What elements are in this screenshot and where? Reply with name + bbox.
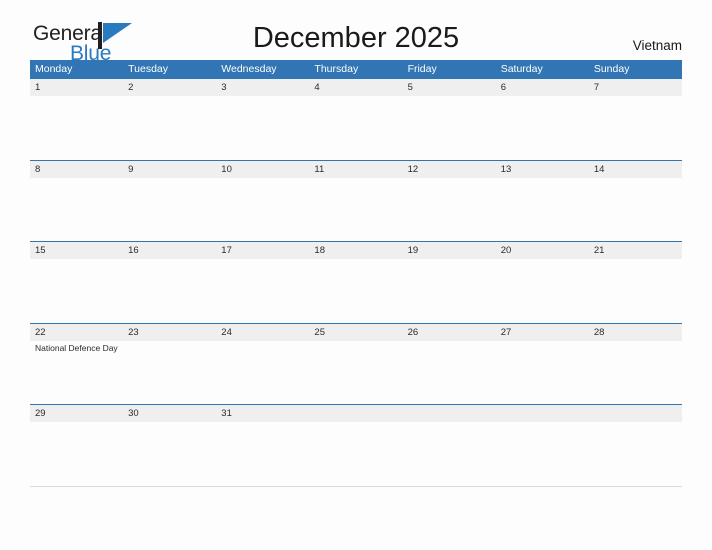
day-cell[interactable]: 4: [309, 79, 402, 160]
day-cell[interactable]: 14: [589, 161, 682, 242]
day-cell[interactable]: 27: [496, 324, 589, 405]
day-number: [501, 405, 585, 422]
day-number: 16: [128, 245, 139, 256]
day-number: 31: [221, 408, 232, 419]
day-number: 5: [407, 82, 413, 93]
week-row: 15 16 17 18 19 20 21: [30, 241, 682, 323]
day-cell[interactable]: 12: [403, 161, 496, 242]
day-number: [408, 405, 492, 422]
day-number: 26: [407, 326, 419, 338]
day-cell[interactable]: 5: [403, 79, 496, 160]
day-number: 30: [128, 408, 139, 419]
day-cell[interactable]: 19: [403, 242, 496, 323]
day-number: 13: [500, 163, 512, 175]
day-number: 12: [407, 163, 419, 175]
weekday-header-wednesday: Wednesday: [221, 63, 277, 75]
day-number: 22: [35, 326, 46, 338]
day-number: 8: [35, 163, 41, 175]
day-cell[interactable]: 15: [30, 242, 123, 323]
week-row: 22 National Defence Day 23 24 25 26 27 2…: [30, 322, 682, 405]
day-cell[interactable]: 8: [30, 161, 123, 242]
day-cell[interactable]: 18: [309, 242, 402, 323]
day-number: 15: [35, 245, 46, 256]
day-cell[interactable]: 29: [30, 405, 123, 486]
weekday-header-sunday: Sunday: [593, 63, 630, 75]
week-row: 8 9 10 11 12 13 14: [30, 159, 682, 242]
day-number: 2: [128, 82, 134, 93]
day-cell[interactable]: 1: [30, 79, 123, 160]
day-number: 21: [593, 245, 605, 256]
day-cell[interactable]: [403, 405, 496, 486]
day-number: 28: [593, 326, 605, 338]
country-label: Vietnam: [632, 38, 682, 53]
day-cell[interactable]: 24: [216, 324, 309, 405]
day-number: 7: [593, 82, 600, 93]
day-cell[interactable]: 26: [403, 324, 496, 405]
weekday-header-friday: Friday: [407, 63, 437, 75]
calendar-grid: Monday Tuesday Wednesday Thursday Friday…: [30, 60, 682, 487]
day-cell[interactable]: 9: [123, 161, 216, 242]
day-cell[interactable]: [496, 405, 589, 486]
week-row: 1 2 3 4 5 6 7: [30, 78, 682, 160]
day-cell[interactable]: 16: [123, 242, 216, 323]
day-number: 25: [314, 326, 325, 338]
day-cell[interactable]: [589, 405, 682, 486]
day-cell[interactable]: 30: [123, 405, 216, 486]
day-number: 27: [500, 326, 512, 338]
week-row: 29 30 31: [30, 404, 682, 487]
day-cell[interactable]: 13: [496, 161, 589, 242]
day-cell[interactable]: [309, 405, 402, 486]
day-cell[interactable]: 11: [309, 161, 402, 242]
day-number: 17: [221, 245, 232, 256]
day-number: 14: [593, 163, 605, 175]
day-cell[interactable]: 10: [216, 161, 309, 242]
calendar-page: General Blue December 2025 Vietnam Monda…: [0, 0, 712, 550]
day-cell[interactable]: 20: [496, 242, 589, 323]
day-cell[interactable]: 17: [216, 242, 309, 323]
day-number: 6: [500, 82, 506, 93]
day-cell[interactable]: 31: [216, 405, 309, 486]
day-cell[interactable]: 28: [589, 324, 682, 405]
day-number: [594, 405, 678, 422]
day-number: 20: [500, 245, 512, 256]
weekday-header-thursday: Thursday: [314, 63, 359, 75]
day-number: 19: [407, 245, 419, 256]
day-cell[interactable]: 2: [123, 79, 216, 160]
day-number: 4: [314, 82, 320, 93]
day-cell[interactable]: 25: [309, 324, 402, 405]
day-cell[interactable]: 22 National Defence Day: [30, 324, 123, 405]
day-number: 29: [35, 408, 46, 419]
day-number: [314, 405, 398, 422]
day-number: 11: [314, 163, 325, 175]
day-number: 1: [35, 82, 41, 93]
weekday-header-saturday: Saturday: [500, 63, 543, 75]
day-number: 3: [221, 82, 227, 93]
day-event: National Defence Day: [35, 342, 118, 353]
day-number: 18: [314, 245, 325, 256]
day-number: 9: [128, 163, 134, 175]
page-title: December 2025: [252, 22, 460, 54]
day-cell[interactable]: 21: [589, 242, 682, 323]
day-cell[interactable]: 3: [216, 79, 309, 160]
day-number: 23: [128, 326, 139, 338]
day-number: 24: [221, 326, 232, 338]
day-cell[interactable]: 6: [496, 79, 589, 160]
page-header: General Blue December 2025 Vietnam: [30, 0, 682, 65]
day-cell[interactable]: 23: [123, 324, 216, 405]
day-cell[interactable]: 7: [589, 79, 682, 160]
day-number: 10: [221, 163, 232, 175]
